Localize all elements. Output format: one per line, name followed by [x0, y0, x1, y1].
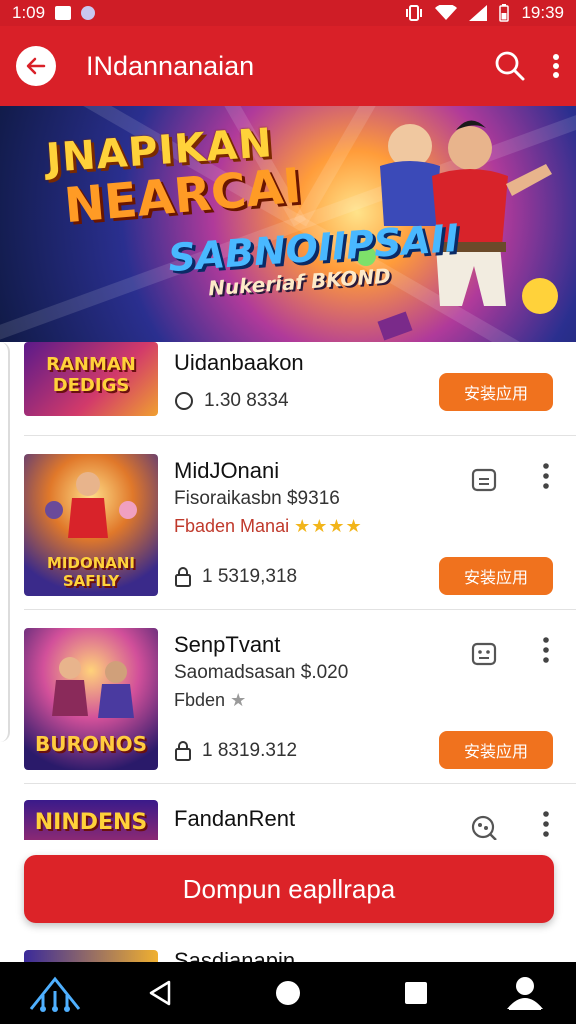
developer-name: Fbaden Manai	[174, 516, 290, 536]
download-size-value: 1.30 8334	[204, 390, 289, 411]
list-item[interactable]: RANMAN DEDIGS Uidanbaakon 1.30 8334 安装应用	[0, 342, 576, 436]
circle-outline-icon	[175, 392, 193, 410]
app-thumbnail	[24, 950, 158, 962]
circle-home-icon	[276, 981, 300, 1005]
person-icon	[507, 977, 543, 1010]
rating-stars: ★	[230, 690, 248, 710]
app-thumbnail: BURONOS	[24, 628, 158, 770]
app-title: MidJOnani	[174, 458, 280, 483]
more-vert-icon[interactable]	[538, 462, 554, 490]
app-thumbnail: RANMAN DEDIGS	[24, 342, 158, 416]
download-size-value: 1 8319.312	[202, 740, 298, 761]
status-time-right: 19:39	[521, 3, 564, 22]
app-title: Sasdianapin	[174, 948, 296, 962]
lock-icon	[175, 567, 191, 587]
back-button[interactable]	[16, 46, 56, 86]
nav-back-button[interactable]	[140, 962, 180, 1024]
nav-profile-button[interactable]	[500, 962, 550, 1024]
vibrate-icon	[406, 5, 423, 21]
app-price: Saomadsasan $.020	[174, 662, 349, 683]
rating-stars: ★★★★	[294, 516, 363, 536]
triangle-back-icon	[149, 980, 171, 1006]
app-price: Fisoraikasbn $9316	[174, 488, 340, 509]
search-icon[interactable]	[494, 50, 526, 82]
download-size: 1 5319,318	[174, 566, 297, 588]
primary-action-button[interactable]: Dompun eapllrapa	[24, 855, 554, 923]
list-item[interactable]: BURONOS SenpTvant Saomadsasan $.020 Fbde…	[0, 610, 576, 784]
wifi-icon	[435, 5, 458, 20]
system-nav-bar	[0, 962, 576, 1024]
status-time-left: 1:09	[12, 3, 46, 22]
bottom-action-area: Dompun eapllrapa	[0, 840, 576, 950]
status-bar: 1:09 19:39	[0, 0, 576, 26]
square-recents-icon	[405, 982, 427, 1004]
app-title: Uidanbaakon	[174, 350, 304, 375]
promo-banner[interactable]: JNAPIKAN NEARCAI SABNOIIPSAII Nukeriaf B…	[0, 106, 576, 342]
developer-name: Fbden	[174, 690, 226, 710]
app-title: SenpTvant	[174, 632, 281, 657]
page-title: INdannanaian	[86, 50, 255, 81]
install-button[interactable]: 安装应用	[439, 731, 553, 769]
download-size: 1.30 8334	[174, 390, 289, 412]
house-network-icon	[29, 976, 81, 1012]
gallery-notification-icon	[55, 6, 72, 20]
nav-recents-button[interactable]	[396, 962, 436, 1024]
robot-face-icon[interactable]	[470, 466, 498, 494]
signal-icon	[469, 5, 488, 21]
download-size: 1 8319.312	[174, 740, 297, 762]
thumbnail-text: MIDONANI SAFILY	[46, 554, 135, 590]
install-button[interactable]: 安装应用	[439, 373, 553, 411]
app-title: FandanRent	[174, 806, 296, 831]
developer-rating: Fbaden Manai ★★★★	[174, 516, 363, 537]
install-button[interactable]: 安装应用	[439, 557, 553, 595]
app-bar: INdannanaian	[0, 26, 576, 106]
chat-notification-icon	[81, 6, 96, 20]
developer-rating: Fbden ★	[174, 690, 247, 711]
app-thumbnail: MIDONANI SAFILY	[24, 454, 158, 596]
more-vert-icon[interactable]	[538, 636, 554, 664]
thumbnail-text: BURONOS	[34, 732, 148, 756]
settings-face-icon[interactable]	[470, 814, 498, 842]
battery-icon	[499, 4, 510, 22]
nav-home-app-button[interactable]	[20, 962, 90, 1024]
thumbnail-text: RANMAN DEDIGS	[46, 354, 136, 396]
more-vert-icon[interactable]	[538, 810, 554, 838]
more-vert-icon[interactable]	[552, 53, 560, 79]
nav-home-button[interactable]	[268, 962, 308, 1024]
thumbnail-text: NINDENS	[34, 810, 148, 835]
robot-face-icon[interactable]	[470, 640, 498, 668]
lock-icon	[175, 741, 191, 761]
arrow-left-icon	[26, 57, 46, 75]
list-item[interactable]: MIDONANI SAFILY MidJOnani Fisoraikasbn $…	[0, 436, 576, 610]
download-size-value: 1 5319,318	[202, 566, 298, 587]
list-item[interactable]: Sasdianapin	[0, 940, 576, 962]
